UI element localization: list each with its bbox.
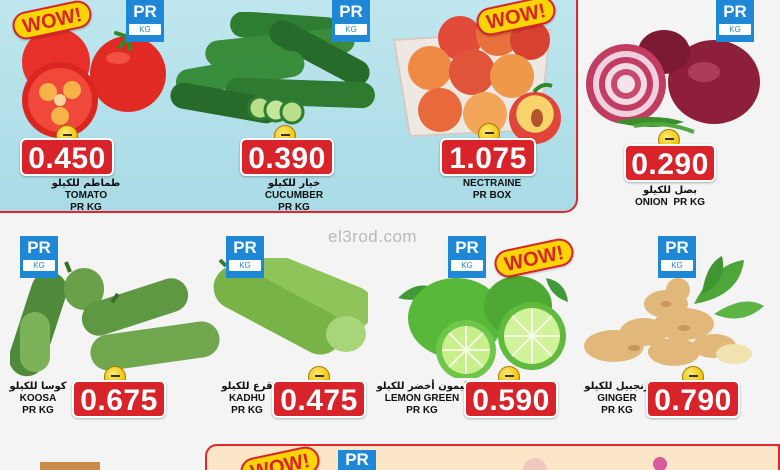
lemon-green-arabic-name: ليمون أخضر للكيلو <box>376 381 468 392</box>
lemon-green-unit: PR KG <box>406 405 438 416</box>
tomato-label: طماطم للكيلو TOMATO PR KG <box>46 178 126 214</box>
kg-badge-label: KG <box>23 260 55 271</box>
cucumber-price: 0.390 <box>240 138 334 176</box>
ginger-arabic-name: زنجبيل للكيلو <box>584 381 650 392</box>
pr-kg-badge: PR KG <box>448 236 486 278</box>
kg-badge-label: KG <box>661 260 693 271</box>
tomato-arabic-name: طماطم للكيلو <box>51 178 121 189</box>
onion-label: بصل للكيلو ONION PR KG <box>622 185 718 209</box>
kg-badge-label: KG <box>229 260 261 271</box>
pr-badge-label: PR <box>339 2 363 21</box>
nectarine-label: NECTRAINE PR BOX <box>452 178 532 202</box>
cucumber-unit: PR KG <box>278 202 310 213</box>
pr-badge-label: PR <box>455 238 479 257</box>
pr-badge-label: PR <box>27 238 51 257</box>
kadhu-unit: PR KG <box>231 405 263 416</box>
onion-english-name: ONION PR KG <box>634 197 705 208</box>
partial-product-image <box>650 455 670 470</box>
kg-badge-label: KG <box>335 24 367 35</box>
lemon-green-english-name: LEMON GREEN <box>384 393 460 404</box>
ginger-price: 0.790 <box>646 380 740 418</box>
koosa-label: كوسا للكيلو KOOSA PR KG <box>2 381 74 417</box>
onion-arabic-name: بصل للكيلو <box>642 185 698 196</box>
pr-kg-badge: PR <box>338 450 376 470</box>
kg-badge-label: KG <box>129 24 161 35</box>
tomato-english-name: TOMATO <box>64 190 108 201</box>
koosa-price: 0.675 <box>72 380 166 418</box>
tomato-price: 0.450 <box>20 138 114 176</box>
ginger-label: زنجبيل للكيلو GINGER PR KG <box>584 381 650 417</box>
nectarine-english-name: NECTRAINE <box>462 178 522 189</box>
partial-product-image <box>40 462 100 470</box>
pr-kg-badge: PR KG <box>332 0 370 42</box>
kadhu-price: 0.475 <box>272 380 366 418</box>
kadhu-label: قرع للكيلو KADHU PR KG <box>214 381 280 417</box>
koosa-english-name: KOOSA <box>19 393 57 404</box>
kg-badge-label: KG <box>719 24 751 35</box>
cucumber-english-name: CUCUMBER <box>264 190 324 201</box>
partial-product-image <box>520 458 550 470</box>
pr-kg-badge: PR KG <box>716 0 754 42</box>
kadhu-english-name: KADHU <box>228 393 266 404</box>
pr-kg-badge: PR KG <box>20 236 58 278</box>
pr-kg-badge: PR KG <box>658 236 696 278</box>
koosa-arabic-name: كوسا للكيلو <box>9 381 67 392</box>
ginger-english-name: GINGER <box>597 393 637 404</box>
kg-badge-label: KG <box>451 260 483 271</box>
pr-badge-label: PR <box>133 2 157 21</box>
lemon-green-label: ليمون أخضر للكيلو LEMON GREEN PR KG <box>376 381 468 417</box>
kadhu-arabic-name: قرع للكيلو <box>221 381 273 392</box>
nectarine-unit: PR BOX <box>472 190 512 201</box>
pr-badge-label: PR <box>345 450 369 469</box>
pr-badge-label: PR <box>665 238 689 257</box>
ginger-unit: PR KG <box>601 405 633 416</box>
watermark: el3rod.com <box>328 227 418 246</box>
pr-kg-badge: PR KG <box>126 0 164 42</box>
koosa-unit: PR KG <box>22 405 54 416</box>
onion-price: 0.290 <box>624 144 716 182</box>
pr-badge-label: PR <box>723 2 747 21</box>
cucumber-arabic-name: خيار للكيلو <box>267 178 321 189</box>
nectarine-price: 1.075 <box>440 138 536 176</box>
lemon-green-image <box>396 258 576 378</box>
lemon-green-price: 0.590 <box>464 380 558 418</box>
tomato-unit: PR KG <box>70 202 102 213</box>
cucumber-label: خيار للكيلو CUCUMBER PR KG <box>254 178 334 214</box>
pr-badge-label: PR <box>233 238 257 257</box>
pr-kg-badge: PR KG <box>226 236 264 278</box>
